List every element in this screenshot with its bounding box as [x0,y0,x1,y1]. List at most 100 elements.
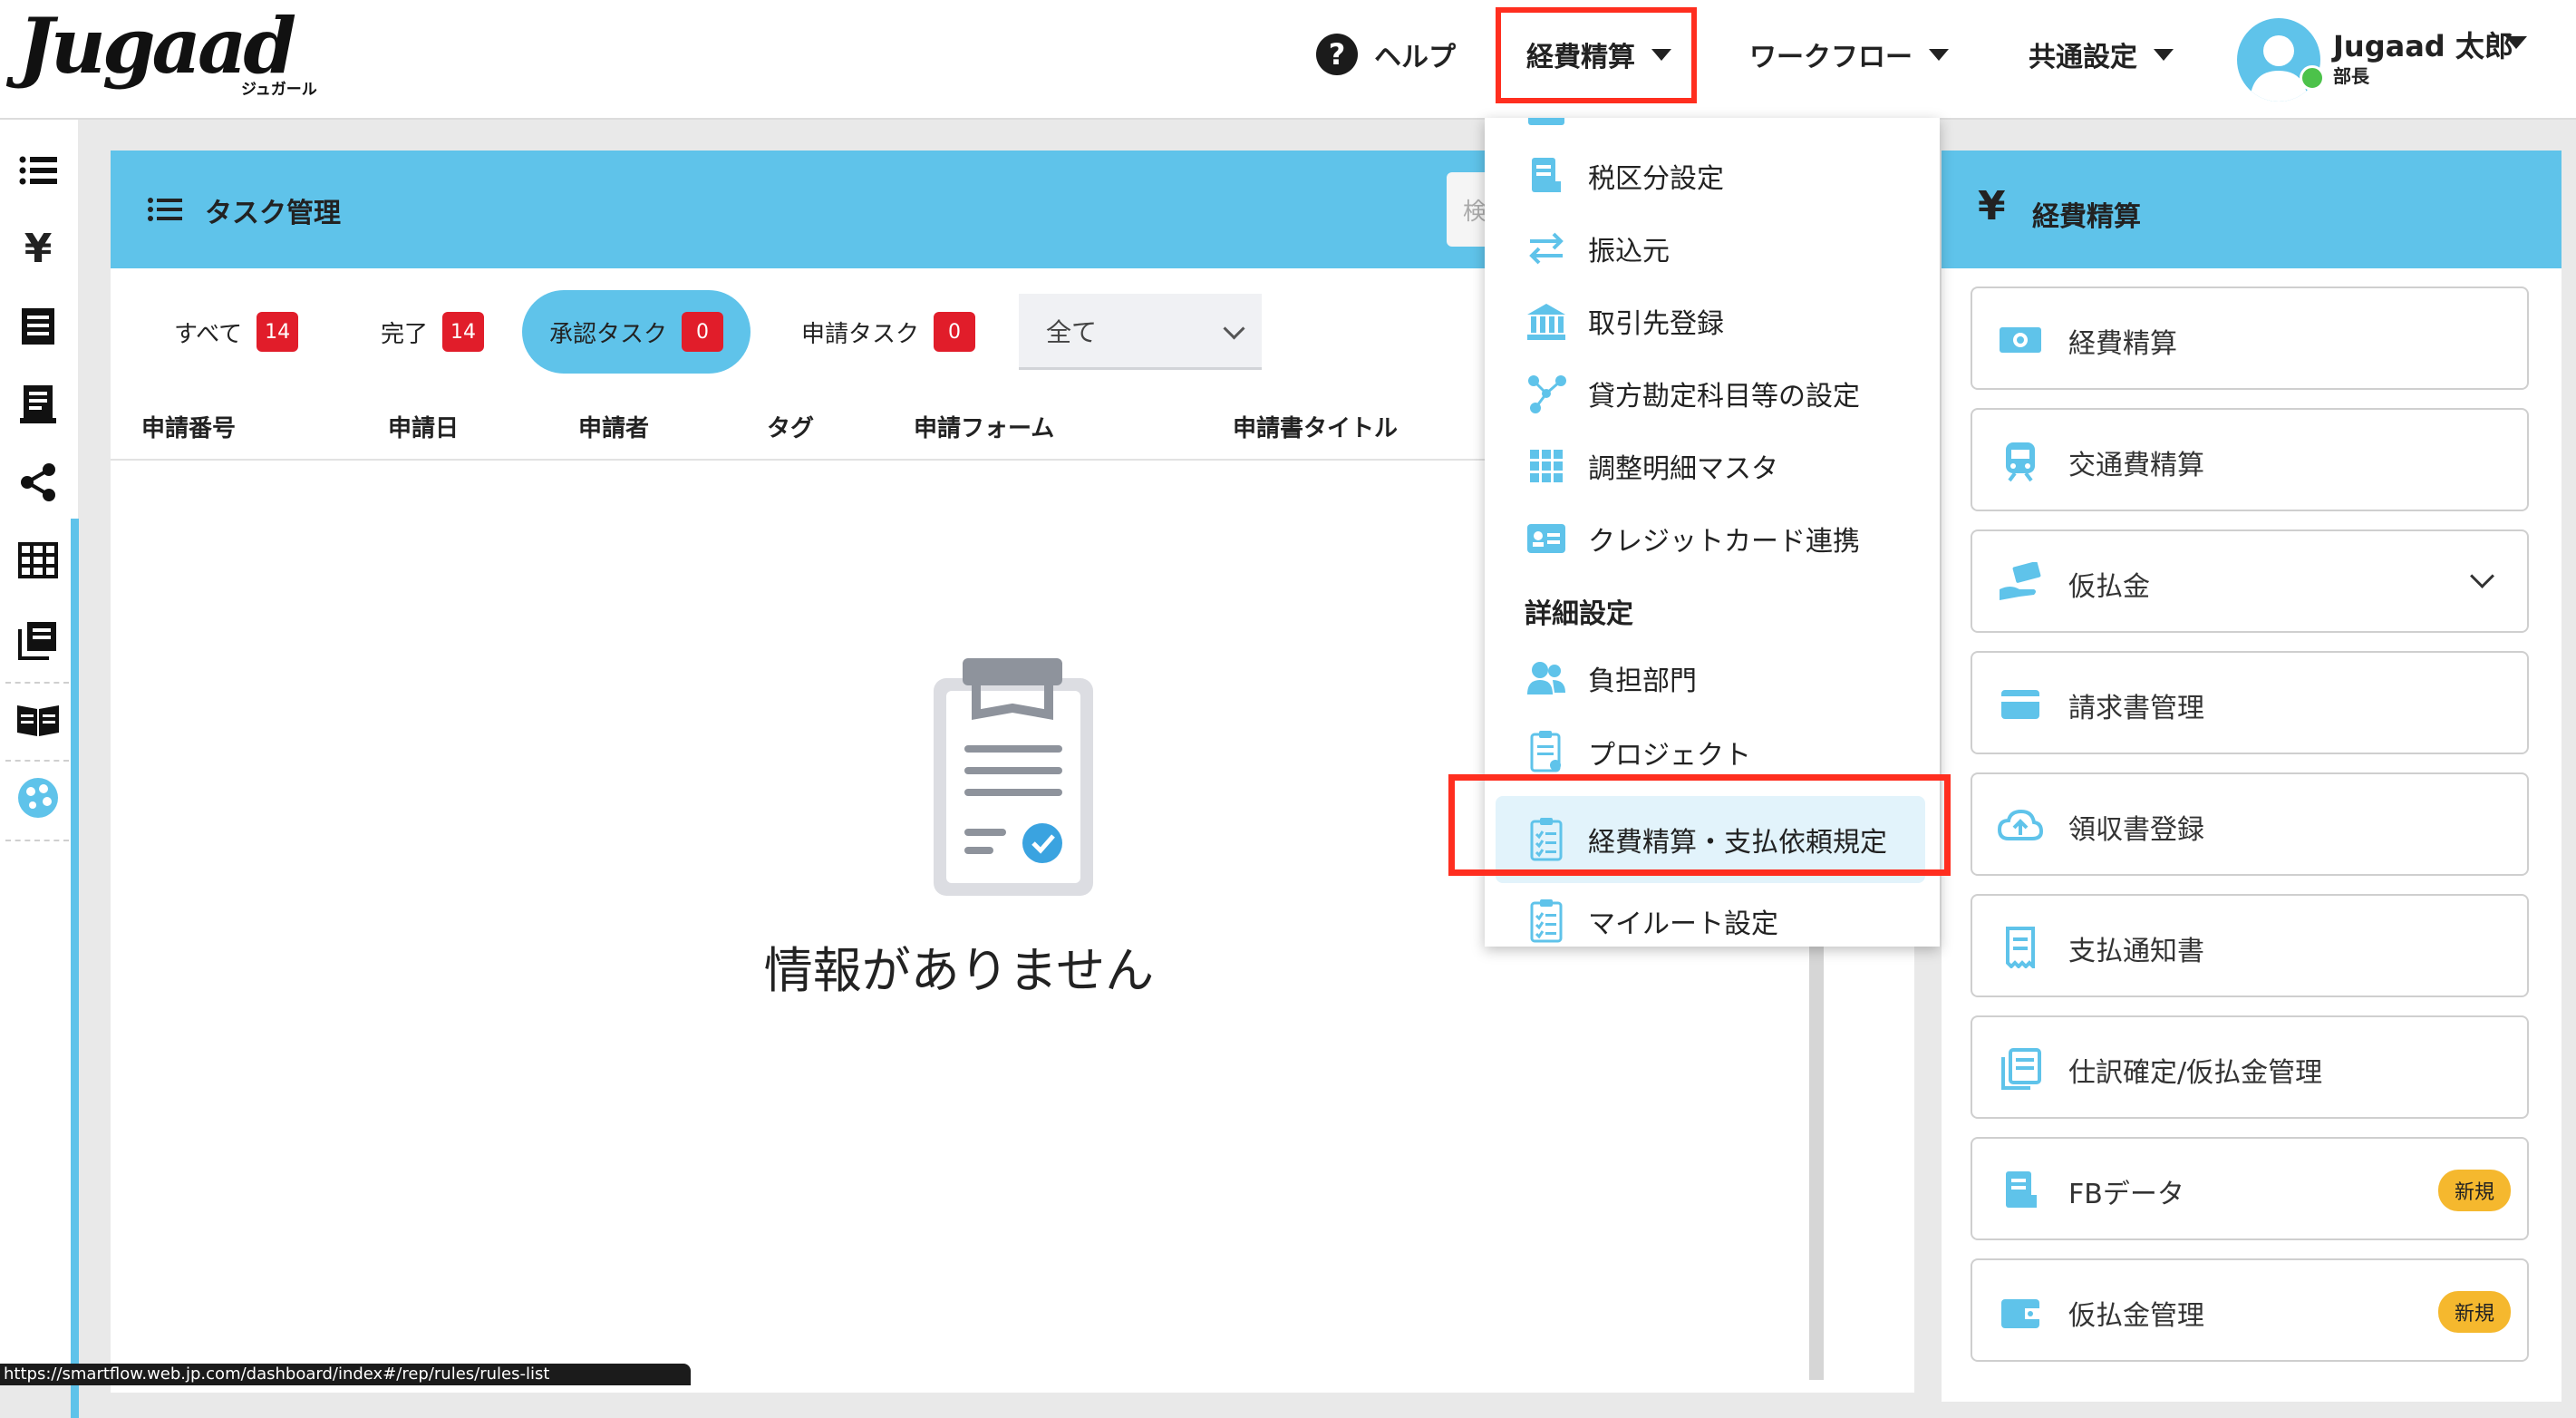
help-icon: ? [1316,34,1358,75]
column-header[interactable]: 申請者 [578,410,649,443]
menu-item-my-route[interactable]: マイルート設定 [1525,892,1778,947]
card-label: 仮払金 [2068,571,2150,603]
train-icon [1998,439,2043,484]
chevron-down-icon [2154,48,2174,61]
card-advance-payment[interactable]: 仮払金 [1971,529,2529,633]
transfer-icon [1525,227,1568,270]
menu-item-credit-account-settings[interactable]: 貸方勘定科目等の設定 [1525,364,1860,422]
card-payment-notice[interactable]: 支払通知書 [1971,894,2529,997]
filter-all[interactable]: すべて 14 [147,290,325,374]
menu-item-cost-department[interactable]: 負担部門 [1525,649,1697,707]
card-label: 仮払金管理 [2068,1300,2204,1332]
select-value: 全て [1046,316,1098,347]
card-invoice[interactable]: 請求書管理 [1971,651,2529,754]
card-icon [1998,682,2043,727]
logo-subtext: ジュガール [241,81,317,99]
new-badge: 新規 [2438,1170,2511,1211]
filter-complete[interactable]: 完了 14 [353,290,511,374]
cloud-upload-icon [1998,803,2043,849]
menu-item-label: 調整明細マスタ [1588,453,1778,485]
receipt-icon[interactable] [15,303,62,350]
menu-item-label: 負担部門 [1588,665,1697,697]
clipboard-icon [1525,731,1568,774]
grid-icon [1525,444,1568,488]
menu-item-label: マイルート設定 [1588,908,1778,940]
filter-label: すべて [174,320,243,348]
common-settings-menu[interactable]: 共通設定 [2029,27,2174,82]
card-label: 経費精算 [2068,328,2177,360]
expense-menu-highlight [1496,7,1697,103]
user-name[interactable]: Jugaad 太郎 [2333,24,2513,65]
menu-item-project[interactable]: プロジェクト [1525,724,1751,782]
sidebar-divider [5,682,69,684]
receipt-icon [1998,925,2043,970]
menu-section-title: 詳細設定 [1525,598,1633,630]
card-label: 交通費精算 [2068,450,2204,481]
card-journal[interactable]: 仕訳確定/仮払金管理 [1971,1015,2529,1119]
filter-label: 承認タスク [549,320,668,348]
expense-panel-header: ¥ 経費精算 [1942,151,2561,268]
palette-icon[interactable] [15,774,62,821]
filter-approval-tasks[interactable]: 承認タスク 0 [522,290,751,374]
left-sidebar: ¥ [0,120,79,1418]
empty-clipboard-icon [926,658,1099,907]
column-header[interactable]: 申請日 [388,410,459,443]
count-badge: 14 [257,312,299,352]
logo-text: Jugaad [18,1,296,91]
card-fb-data[interactable]: FBデータ 新規 [1971,1137,2529,1240]
help-menu[interactable]: ? ヘルプ [1316,27,1456,82]
card-receipt-register[interactable]: 領収書登録 [1971,772,2529,876]
menu-item-transfer-source[interactable]: 振込元 [1525,219,1670,277]
app-logo[interactable]: Jugaad ジュガール [18,1,317,100]
count-badge: 0 [934,312,976,352]
menu-item-vendor-registration[interactable]: 取引先登録 [1525,292,1724,350]
book-icon[interactable] [15,696,62,743]
hand-money-icon [1998,560,2043,606]
help-label: ヘルプ [1374,42,1456,73]
yen-icon[interactable]: ¥ [15,225,62,272]
panel-title: 経費精算 [2032,201,2141,233]
list-icon[interactable] [15,147,62,194]
expense-side-panel: ¥ 経費精算 経費精算 交通費精算 仮払金 請求書管理 領収書登録 支払通知書 … [1942,151,2561,1402]
column-header[interactable]: タグ [767,410,814,443]
sidebar-divider [5,760,69,762]
card-advance-management[interactable]: 仮払金管理 新規 [1971,1258,2529,1362]
card-label: 仕訳確定/仮払金管理 [2068,1057,2323,1089]
column-header[interactable]: 申請番号 [141,410,236,443]
status-bar-url: https://smartflow.web.jp.com/dashboard/i… [0,1364,691,1385]
stack-icon[interactable] [15,617,62,664]
column-header[interactable]: 申請書タイトル [1233,410,1398,443]
card-expense[interactable]: 経費精算 [1971,287,2529,390]
menu-item-label: 貸方勘定科目等の設定 [1588,381,1860,413]
card-label: 支払通知書 [2068,936,2204,967]
menu-item-adjustment-master[interactable]: 調整明細マスタ [1525,437,1778,495]
menu-item-label: 税区分設定 [1588,163,1724,195]
list-icon [147,196,183,227]
card-label: 請求書管理 [2068,693,2204,724]
card-icon [1525,517,1568,560]
column-header[interactable]: 申請フォーム [914,410,1054,443]
document-icon [1998,1168,2043,1213]
card-transport[interactable]: 交通費精算 [1971,408,2529,511]
filter-application-tasks[interactable]: 申請タスク 0 [774,290,1002,374]
document-icon [1525,154,1568,198]
menu-item-credit-card-link[interactable]: クレジットカード連携 [1525,510,1860,568]
workflow-menu-label: ワークフロー [1749,42,1913,73]
card-label: FBデータ [2068,1179,2184,1210]
chevron-down-icon [1223,317,1245,340]
chevron-down-icon[interactable] [2505,36,2527,49]
clipped-item-icon [1528,118,1564,125]
share-icon[interactable] [15,459,62,506]
chevron-down-icon[interactable] [2470,564,2494,588]
money-icon [1998,317,2043,363]
new-badge: 新規 [2438,1291,2511,1333]
sidebar-scrollbar[interactable] [71,519,79,1418]
grid-icon[interactable] [15,537,62,584]
menu-item-tax-category[interactable]: 税区分設定 [1525,147,1724,205]
filter-label: 完了 [381,320,429,348]
document-icon[interactable] [15,381,62,428]
status-select[interactable]: 全て [1019,294,1262,370]
workflow-menu[interactable]: ワークフロー [1749,27,1949,82]
page-title: タスク管理 [205,198,341,229]
filter-label: 申請タスク [801,320,920,348]
